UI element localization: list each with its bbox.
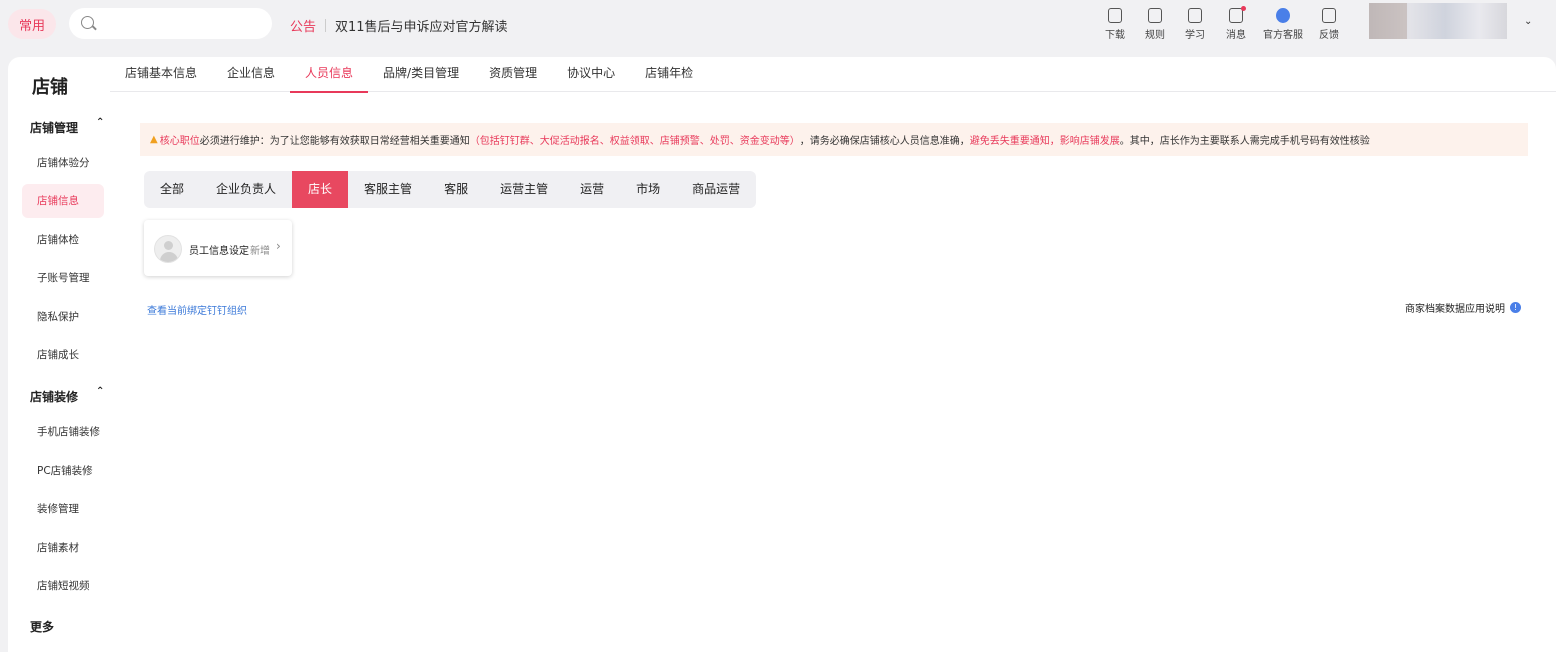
sidebar-group-label: 店铺装修 [30,390,79,404]
role-customer-service[interactable]: 客服 [428,171,484,208]
sidebar-group-label: 店铺管理 [30,121,79,135]
role-marketing[interactable]: 市场 [620,171,676,208]
tab-qualification[interactable]: 资质管理 [474,57,552,92]
role-all[interactable]: 全部 [144,171,200,208]
sidebar-item-shop-info[interactable]: 店铺信息 [22,184,104,218]
tool-label: 消息 [1226,30,1246,41]
rules-icon [1148,8,1162,23]
chevron-up-icon: ⌃ [96,117,105,128]
doc-link-label: 商家档案数据应用说明 [1405,304,1505,315]
alert-text: 必须进行维护：为了让您能够有效获取日常经营相关重要通知 [199,136,470,147]
customer-service-icon [1276,8,1290,23]
feedback-icon [1322,8,1336,23]
tab-brand-category[interactable]: 品牌/类目管理 [368,57,474,92]
tool-label: 反馈 [1319,30,1339,41]
alert-highlight: 避免丢失重要通知，影响店铺发展 [969,136,1120,147]
tab-basic-info[interactable]: 店铺基本信息 [110,57,212,92]
role-company-owner[interactable]: 企业负责人 [200,171,292,208]
sidebar-item-sub-accounts[interactable]: 子账号管理 [22,261,104,295]
tool-label: 规则 [1145,30,1165,41]
search-input[interactable] [101,13,261,33]
content-area: 店铺基本信息 企业信息 人员信息 品牌/类目管理 资质管理 协议中心 店铺年检 … [110,57,1556,652]
download-icon [1108,8,1122,23]
sidebar-item-privacy[interactable]: 隐私保护 [22,300,104,334]
alert-text: ，请务必确保店铺核心人员信息准确， [799,136,970,147]
sidebar-group-decoration[interactable]: 店铺装修 ⌃ [30,386,104,405]
tool-learn[interactable]: 学习 [1178,6,1212,46]
chevron-down-icon[interactable]: ⌄ [1524,16,1532,27]
staff-info-card[interactable]: 员工信息设定 新增 › [144,220,292,276]
tool-message[interactable]: 消息 [1219,6,1253,46]
tab-annual-inspection[interactable]: 店铺年检 [630,57,708,92]
sidebar-group-shop-management[interactable]: 店铺管理 ⌃ [30,117,104,136]
tool-label: 下载 [1105,30,1125,41]
common-button[interactable]: 常用 [8,9,56,39]
info-icon: ! [1510,302,1521,313]
chevron-up-icon: ⌃ [96,386,105,397]
chevron-right-icon[interactable]: › [276,239,281,253]
merchant-data-doc-link[interactable]: 商家档案数据应用说明 ! [1405,300,1521,315]
announcement[interactable]: 公告 双11售后与申诉应对官方解读 [290,16,508,35]
tab-staff-info[interactable]: 人员信息 [290,57,369,93]
learn-icon [1188,8,1202,23]
tool-rules[interactable]: 规则 [1138,6,1172,46]
sidebar-item-pc-decoration[interactable]: PC店铺装修 [22,454,104,488]
tab-agreements[interactable]: 协议中心 [552,57,630,92]
sidebar-item-short-video[interactable]: 店铺短视频 [22,569,104,603]
tool-download[interactable]: 下载 [1098,6,1132,46]
message-icon [1229,6,1246,23]
role-filter: 全部 企业负责人 店长 客服主管 客服 运营主管 运营 市场 商品运营 [144,171,757,208]
tab-bar: 店铺基本信息 企业信息 人员信息 品牌/类目管理 资质管理 协议中心 店铺年检 [110,57,1556,93]
tab-company-info[interactable]: 企业信息 [212,57,290,92]
sidebar-item-mobile-decoration[interactable]: 手机店铺装修 [22,415,104,449]
role-shop-manager[interactable]: 店长 [292,171,349,208]
view-dingtalk-org-link[interactable]: 查看当前绑定钉钉组织 [147,302,247,317]
add-staff-button[interactable]: 新增 [250,242,270,257]
sidebar-item-assets[interactable]: 店铺素材 [22,531,104,565]
sidebar-item-growth[interactable]: 店铺成长 [22,338,104,372]
role-ops-supervisor[interactable]: 运营主管 [484,171,564,208]
main-panel: 店铺 店铺管理 ⌃ 店铺体验分 店铺信息 店铺体检 子账号管理 隐私保护 店铺成… [8,57,1556,652]
user-profile[interactable] [1369,3,1507,39]
search-icon [81,16,94,29]
alert-highlight: 核心职位 [159,136,200,147]
tool-feedback[interactable]: 反馈 [1312,6,1346,46]
sidebar-group-more[interactable]: 更多 [30,618,54,635]
search-box[interactable] [69,8,272,39]
top-bar: 常用 公告 双11售后与申诉应对官方解读 下载 规则 学习 消息 官方客服 反馈… [0,0,1556,52]
sidebar-title: 店铺 [32,77,68,98]
sidebar-item-decoration-management[interactable]: 装修管理 [22,492,104,526]
staff-card-label: 员工信息设定 [189,246,249,257]
header-tools: 下载 规则 学习 消息 官方客服 反馈 [1098,6,1346,46]
role-operations[interactable]: 运营 [564,171,620,208]
role-cs-supervisor[interactable]: 客服主管 [348,171,428,208]
tool-customer-service[interactable]: 官方客服 [1259,6,1307,46]
tool-label: 官方客服 [1263,30,1303,41]
tool-label: 学习 [1185,30,1205,41]
core-role-alert: ▲ 核心职位 必须进行维护：为了让您能够有效获取日常经营相关重要通知 （包括钉钉… [140,123,1528,156]
warning-icon: ▲ [150,134,158,145]
sidebar: 店铺 店铺管理 ⌃ 店铺体验分 店铺信息 店铺体检 子账号管理 隐私保护 店铺成… [8,57,110,652]
avatar-placeholder-icon [154,235,182,263]
divider [325,19,327,32]
alert-highlight: （包括钉钉群、大促活动报名、权益领取、店铺预警、处罚、资金变动等） [469,136,800,147]
role-product-ops[interactable]: 商品运营 [676,171,756,208]
sidebar-item-health-check[interactable]: 店铺体检 [22,223,104,257]
notification-dot [1241,6,1246,11]
announcement-tag: 公告 [290,20,317,35]
announcement-text[interactable]: 双11售后与申诉应对官方解读 [335,16,508,35]
alert-text: 。其中，店长作为主要联系人需完成手机号码有效性核验 [1119,136,1370,147]
sidebar-item-experience-score[interactable]: 店铺体验分 [22,146,104,180]
